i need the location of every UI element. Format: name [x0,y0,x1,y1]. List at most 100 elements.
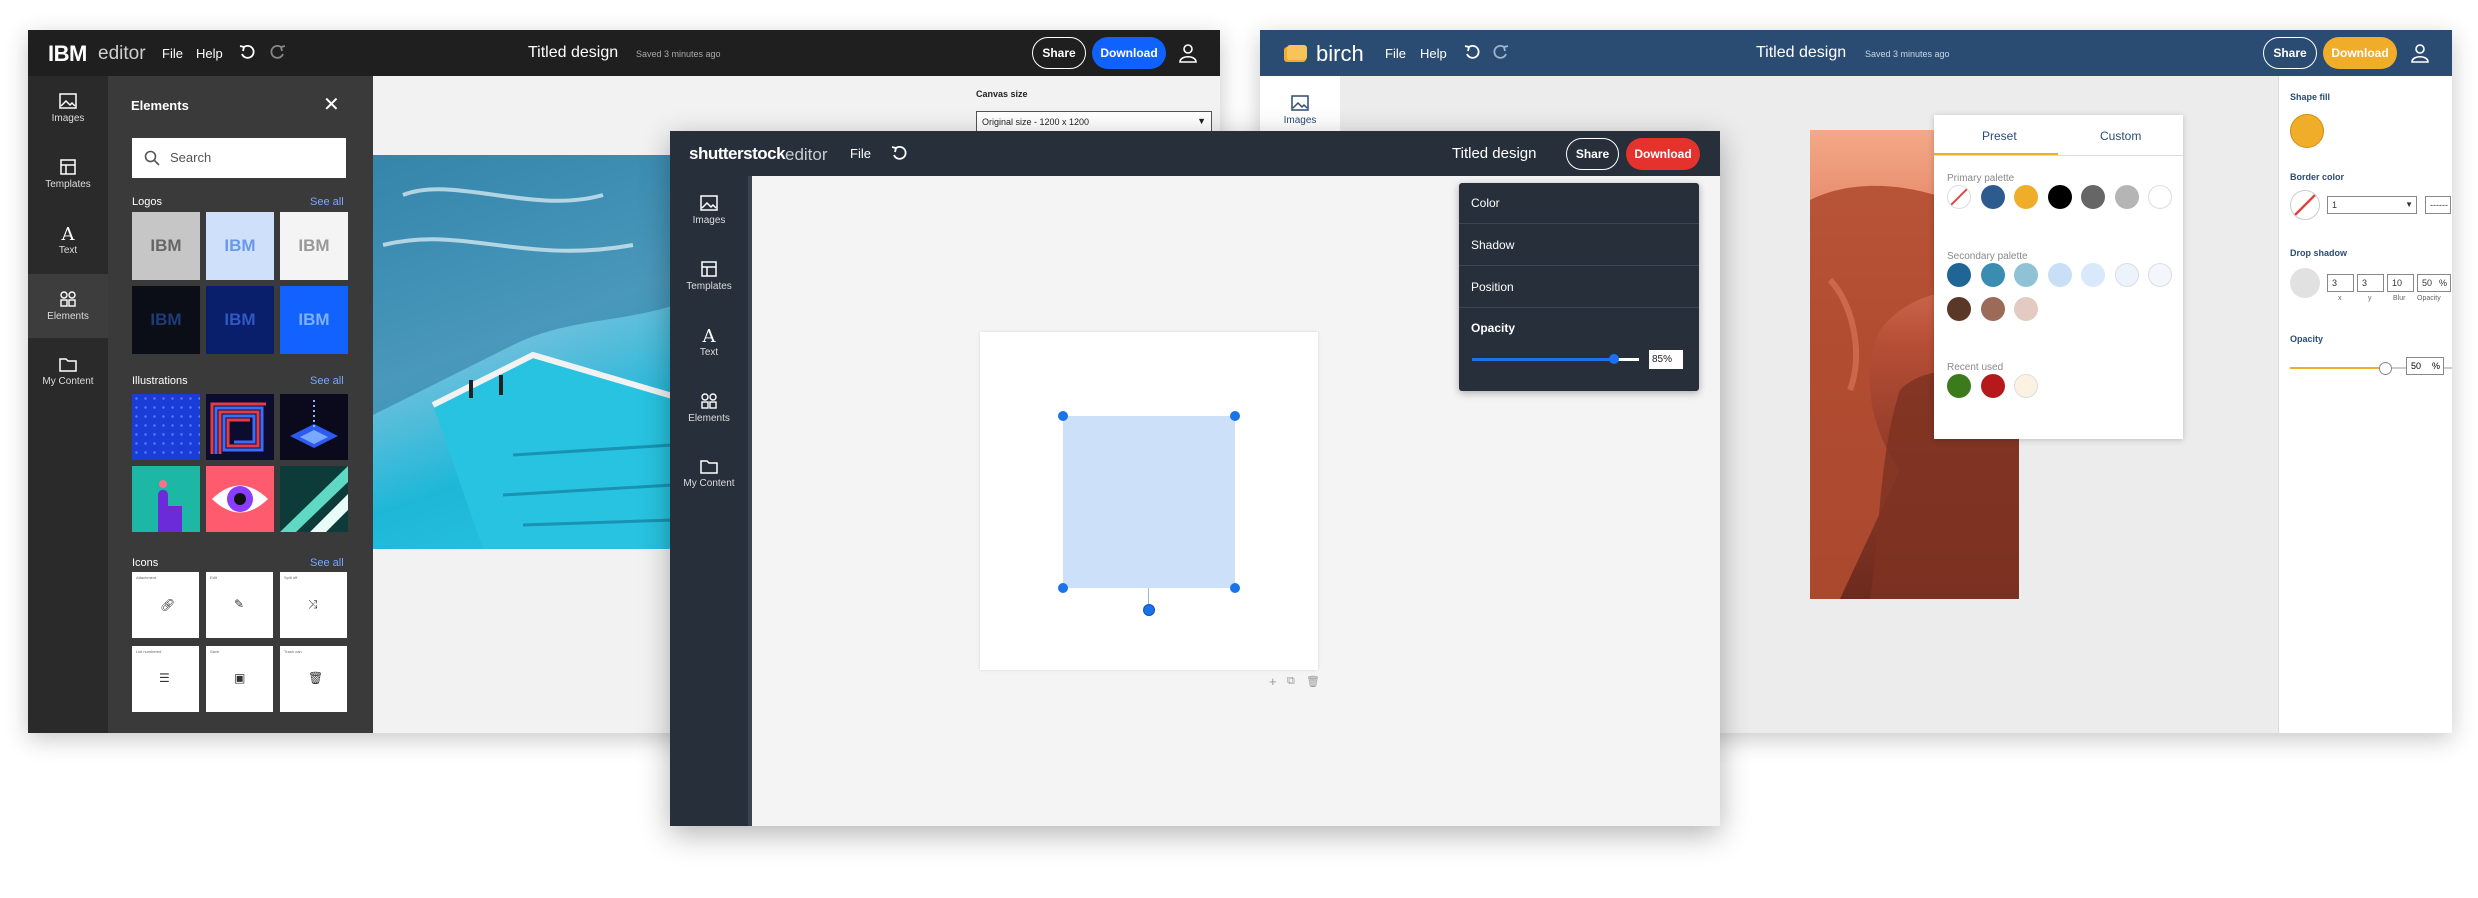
ibm-user-icon[interactable] [1178,43,1198,63]
color-swatch[interactable] [1980,296,2005,321]
menu-item-color[interactable]: Color [1459,183,1699,224]
ss-rail-images[interactable]: Images [670,178,748,242]
ibm-menu-file[interactable]: File [162,46,183,61]
logo-tile[interactable]: IBM [206,286,274,354]
illustrations-see-all-link[interactable]: See all [310,375,344,387]
shadow-x-field[interactable]: 3 [2327,274,2354,292]
illustration-tile[interactable] [206,394,274,460]
rotate-handle[interactable] [1143,604,1155,616]
color-swatch[interactable] [2148,263,2172,287]
logo-tile[interactable]: IBM [206,212,274,280]
illustration-tile[interactable] [132,394,200,460]
birch-download-button[interactable]: Download [2323,37,2397,69]
shadow-y-field[interactable]: 3 [2357,274,2384,292]
elements-search-input[interactable]: Search [132,138,346,178]
color-swatch[interactable] [1980,374,2005,398]
color-swatch[interactable] [1947,263,1971,287]
tab-preset[interactable]: Preset [1982,129,2017,143]
color-swatch[interactable] [2014,296,2038,321]
birch-menu-help[interactable]: Help [1420,46,1447,61]
color-swatch[interactable] [2014,185,2038,209]
border-style-select[interactable]: ------------- [2425,196,2451,214]
ibm-rail-text[interactable]: A Text [28,208,108,272]
ss-rail-templates[interactable]: Templates [670,244,748,308]
ibm-undo-icon[interactable] [239,44,255,60]
birch-opacity-slider-thumb[interactable] [2379,362,2392,375]
ibm-share-button[interactable]: Share [1032,37,1086,69]
color-swatch[interactable] [2148,185,2172,209]
ibm-menu-help[interactable]: Help [196,46,223,61]
menu-item-position[interactable]: Position [1459,266,1699,308]
birch-undo-icon[interactable] [1464,44,1480,60]
illustration-tile[interactable] [206,466,274,532]
color-swatch[interactable] [2114,185,2139,209]
ss-undo-icon[interactable] [891,145,907,161]
birch-share-button[interactable]: Share [2263,37,2317,69]
ibm-rail-templates[interactable]: Templates [28,142,108,206]
icon-tile-edit[interactable]: Edit ✎ [206,572,273,638]
logo-tile[interactable]: IBM [132,212,200,280]
birch-doc-title[interactable]: Titled design [1756,44,1846,62]
illustration-tile[interactable] [280,466,348,532]
delete-page-icon[interactable]: 🗑︎ [1306,675,1320,688]
close-icon[interactable]: ✕ [323,92,340,117]
ss-rail-elements[interactable]: Elements [670,376,748,440]
shadow-blur-field[interactable]: 10 [2387,274,2414,292]
border-color-swatch[interactable] [2290,190,2320,220]
ibm-download-button[interactable]: Download [1092,37,1166,69]
selection-handle-bottom-left[interactable] [1058,583,1068,593]
shape-fill-swatch[interactable] [2290,114,2324,148]
logo-tile[interactable]: IBM [132,286,200,354]
canvas-size-select[interactable]: Original size - 1200 x 1200 ▼ [976,111,1212,133]
color-swatch[interactable] [2114,263,2139,287]
color-swatch[interactable] [1980,185,2005,209]
color-swatch[interactable] [2081,263,2105,287]
icon-tile-attachment[interactable]: Attachment 🔗︎ [132,572,199,638]
selection-handle-top-left[interactable] [1058,411,1068,421]
selection-handle-bottom-right[interactable] [1230,583,1240,593]
ss-rail-my-content[interactable]: My Content [670,442,748,506]
birch-menu-file[interactable]: File [1385,46,1406,61]
ibm-canvas-photo[interactable] [373,155,703,549]
birch-user-icon[interactable] [2410,43,2430,63]
ss-rail-text[interactable]: A Text [670,310,748,374]
logo-tile[interactable]: IBM [280,212,348,280]
add-page-icon[interactable]: + [1269,674,1277,689]
color-swatch[interactable] [1980,263,2005,287]
swatch-no-color[interactable] [1947,185,1971,209]
ss-opacity-slider-track[interactable] [1472,354,1639,364]
ss-selected-square-shape[interactable] [1063,416,1235,588]
color-swatch[interactable] [2081,185,2105,209]
color-swatch[interactable] [1947,374,1971,398]
color-swatch[interactable] [2047,185,2072,209]
drop-shadow-swatch[interactable] [2290,268,2320,298]
ss-opacity-input[interactable]: 85% [1649,350,1683,369]
color-swatch[interactable] [1947,296,1971,321]
shadow-opacity-field[interactable]: 50% [2417,274,2451,292]
color-swatch[interactable] [2047,263,2072,287]
color-swatch[interactable] [2014,374,2038,398]
selection-handle-top-right[interactable] [1230,411,1240,421]
duplicate-page-icon[interactable]: ⧉ [1287,675,1295,688]
ss-download-button[interactable]: Download [1626,138,1700,170]
border-width-select[interactable]: 1 ▼ [2327,196,2417,214]
logos-see-all-link[interactable]: See all [310,196,344,208]
ibm-rail-my-content[interactable]: My Content [28,340,108,404]
color-swatch[interactable] [2014,263,2038,287]
illustration-tile[interactable] [280,394,348,460]
ibm-doc-title[interactable]: Titled design [528,44,618,62]
ss-doc-title[interactable]: Titled design [1452,145,1537,162]
icons-see-all-link[interactable]: See all [310,557,344,569]
ss-opacity-slider-thumb[interactable] [1609,354,1619,364]
icon-tile-list-numbered[interactable]: List numbered ☰ [132,646,199,712]
ss-share-button[interactable]: Share [1566,138,1619,170]
ibm-rail-elements[interactable]: Elements [28,274,108,338]
birch-opacity-input[interactable]: 50 % [2406,357,2444,375]
icon-tile-save[interactable]: Save ▣ [206,646,273,712]
tab-custom[interactable]: Custom [2100,129,2141,143]
menu-item-shadow[interactable]: Shadow [1459,224,1699,266]
icon-tile-trash-can[interactable]: Trash can 🗑︎ [280,646,347,712]
icon-tile-split-off[interactable]: Split off ⤨ [280,572,347,638]
ibm-redo-icon[interactable] [270,44,286,60]
ibm-rail-images[interactable]: Images [28,76,108,140]
